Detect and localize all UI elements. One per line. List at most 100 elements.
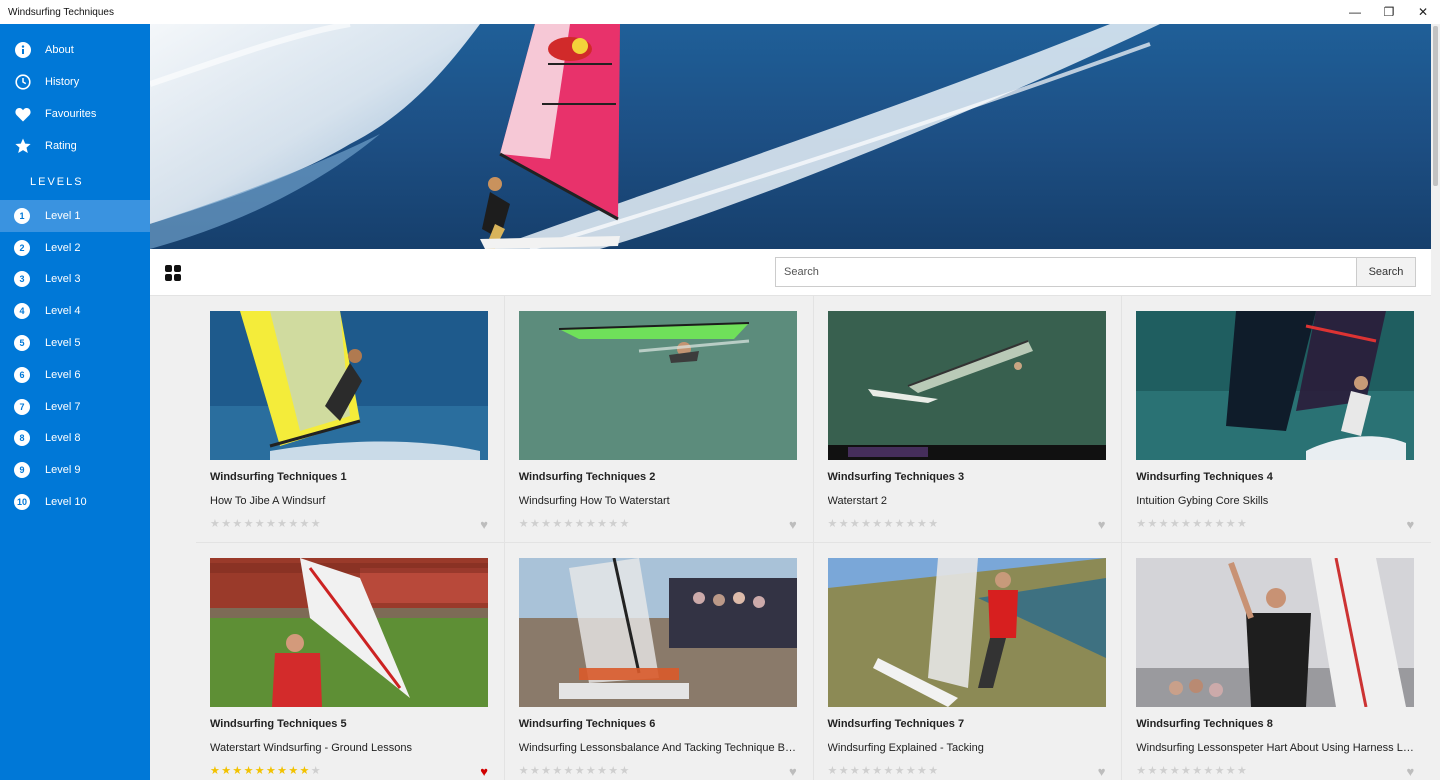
scrollbar-thumb[interactable] [1433,26,1438,186]
video-card[interactable]: Windsurfing Techniques 8 Windsurfing Les… [1122,543,1431,780]
favourite-heart-icon[interactable]: ♥ [789,518,797,531]
favourite-heart-icon[interactable]: ♥ [1407,518,1415,531]
sidebar-item-level-8[interactable]: 8 Level 8 [0,423,150,455]
star-icon[interactable]: ★ [828,518,839,530]
star-icon[interactable]: ★ [575,518,586,530]
video-card[interactable]: Windsurfing Techniques 4 Intuition Gybin… [1122,296,1431,543]
star-icon[interactable]: ★ [1136,765,1147,777]
star-icon[interactable]: ★ [850,765,861,777]
star-icon[interactable]: ★ [1159,765,1170,777]
star-icon[interactable]: ★ [586,765,597,777]
grid-view-icon[interactable] [165,265,181,281]
star-rating[interactable]: ★ ★ ★ ★ ★ ★ ★ ★ ★ ★ [1136,765,1248,777]
favourite-heart-icon[interactable]: ♥ [480,765,488,778]
star-icon[interactable]: ★ [519,518,530,530]
video-thumbnail[interactable] [210,558,488,707]
star-icon[interactable]: ★ [1226,765,1237,777]
star-icon[interactable]: ★ [1181,765,1192,777]
video-card[interactable]: Windsurfing Techniques 3 Waterstart 2 ★ ★… [813,296,1123,543]
star-icon[interactable]: ★ [1215,765,1226,777]
star-icon[interactable]: ★ [1226,518,1237,530]
star-icon[interactable]: ★ [519,765,530,777]
star-icon[interactable]: ★ [1136,518,1147,530]
star-rating[interactable]: ★ ★ ★ ★ ★ ★ ★ ★ ★ ★ [519,518,631,530]
video-thumbnail[interactable] [518,558,797,707]
video-card[interactable]: Windsurfing Techniques 7 Windsurfing Exp… [814,543,1123,780]
sidebar-item-level-3[interactable]: 3 Level 3 [0,264,150,296]
sidebar-item-favourites[interactable]: Favourites [0,98,150,130]
star-icon[interactable]: ★ [541,765,552,777]
star-icon[interactable]: ★ [608,765,619,777]
star-icon[interactable]: ★ [221,765,232,777]
star-icon[interactable]: ★ [1203,765,1214,777]
star-icon[interactable]: ★ [619,518,630,530]
star-icon[interactable]: ★ [564,765,575,777]
sidebar-item-history[interactable]: History [0,66,150,98]
star-icon[interactable]: ★ [895,518,906,530]
star-icon[interactable]: ★ [1203,518,1214,530]
star-icon[interactable]: ★ [1237,765,1248,777]
star-icon[interactable]: ★ [906,518,917,530]
star-icon[interactable]: ★ [1147,765,1158,777]
star-rating[interactable]: ★ ★ ★ ★ ★ ★ ★ ★ ★ ★ [1136,518,1248,530]
star-icon[interactable]: ★ [1170,765,1181,777]
star-icon[interactable]: ★ [608,518,619,530]
star-icon[interactable]: ★ [839,765,850,777]
star-icon[interactable]: ★ [244,518,255,530]
star-icon[interactable]: ★ [541,518,552,530]
minimize-button[interactable]: — [1338,0,1372,24]
star-icon[interactable]: ★ [928,765,939,777]
star-icon[interactable]: ★ [255,765,266,777]
star-icon[interactable]: ★ [619,765,630,777]
sidebar-item-about[interactable]: About [0,34,150,66]
star-icon[interactable]: ★ [552,518,563,530]
star-icon[interactable]: ★ [575,765,586,777]
star-icon[interactable]: ★ [1181,518,1192,530]
video-thumbnail[interactable] [827,558,1106,707]
star-icon[interactable]: ★ [300,765,311,777]
star-icon[interactable]: ★ [872,518,883,530]
star-icon[interactable]: ★ [311,765,322,777]
star-icon[interactable]: ★ [1147,518,1158,530]
star-icon[interactable]: ★ [266,518,277,530]
favourite-heart-icon[interactable]: ♥ [789,765,797,778]
star-icon[interactable]: ★ [232,765,243,777]
video-thumbnail[interactable] [1136,311,1415,460]
sidebar-item-level-5[interactable]: 5 Level 5 [0,327,150,359]
search-input[interactable] [775,257,1356,287]
star-icon[interactable]: ★ [928,518,939,530]
star-rating[interactable]: ★ ★ ★ ★ ★ ★ ★ ★ ★ ★ [828,518,940,530]
star-icon[interactable]: ★ [906,765,917,777]
star-icon[interactable]: ★ [917,765,928,777]
star-icon[interactable]: ★ [1159,518,1170,530]
restore-button[interactable]: ❐ [1372,0,1406,24]
star-icon[interactable]: ★ [895,765,906,777]
star-icon[interactable]: ★ [586,518,597,530]
star-icon[interactable]: ★ [839,518,850,530]
sidebar-item-level-6[interactable]: 6 Level 6 [0,359,150,391]
star-rating[interactable]: ★ ★ ★ ★ ★ ★ ★ ★ ★ ★ [210,518,322,530]
vertical-scrollbar[interactable] [1431,24,1440,780]
star-icon[interactable]: ★ [530,765,541,777]
star-icon[interactable]: ★ [883,765,894,777]
close-button[interactable]: ✕ [1406,0,1440,24]
star-icon[interactable]: ★ [1237,518,1248,530]
star-icon[interactable]: ★ [1170,518,1181,530]
star-icon[interactable]: ★ [232,518,243,530]
star-icon[interactable]: ★ [266,765,277,777]
star-icon[interactable]: ★ [828,765,839,777]
video-thumbnail[interactable] [518,311,797,460]
star-rating[interactable]: ★ ★ ★ ★ ★ ★ ★ ★ ★ ★ [210,765,322,777]
star-icon[interactable]: ★ [883,518,894,530]
star-icon[interactable]: ★ [564,518,575,530]
star-icon[interactable]: ★ [597,518,608,530]
star-icon[interactable]: ★ [277,518,288,530]
video-thumbnail[interactable] [210,311,488,460]
star-icon[interactable]: ★ [530,518,541,530]
favourite-heart-icon[interactable]: ♥ [1407,765,1415,778]
video-thumbnail[interactable] [827,311,1106,460]
star-icon[interactable]: ★ [277,765,288,777]
star-icon[interactable]: ★ [1192,518,1203,530]
favourite-heart-icon[interactable]: ♥ [1098,518,1106,531]
favourite-heart-icon[interactable]: ♥ [1098,765,1106,778]
